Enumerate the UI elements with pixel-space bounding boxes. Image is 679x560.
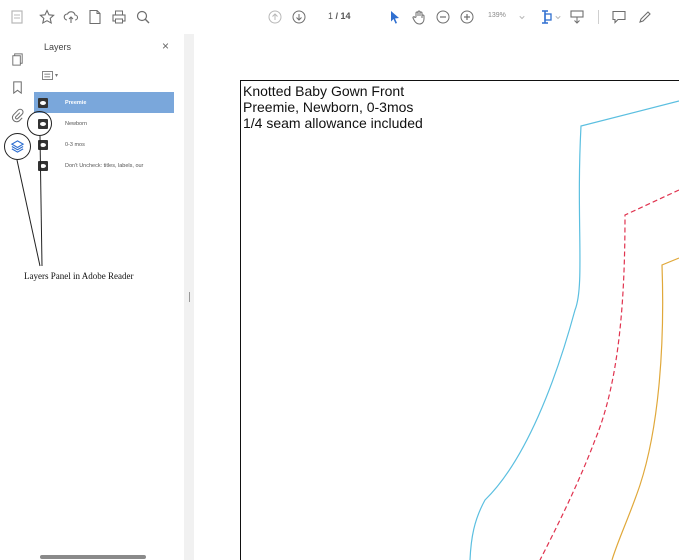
toolbar-separator	[598, 10, 599, 24]
pattern-drawing	[469, 100, 679, 560]
preemie-cutline	[469, 100, 679, 560]
options-menu-icon	[42, 70, 53, 80]
comment-icon[interactable]	[610, 8, 628, 26]
previous-page-icon[interactable]	[266, 8, 284, 26]
chevron-down-icon[interactable]	[516, 8, 528, 26]
document-icon[interactable]	[86, 8, 104, 26]
read-mode-icon[interactable]	[568, 8, 586, 26]
create-pdf-icon[interactable]	[8, 8, 26, 26]
layer-options-button[interactable]: ▾	[42, 68, 64, 82]
upload-cloud-icon[interactable]	[62, 8, 80, 26]
chevron-down-icon[interactable]	[552, 8, 564, 26]
pen-icon[interactable]	[636, 8, 654, 26]
hand-tool-icon[interactable]	[410, 8, 428, 26]
layer-label: Don't Uncheck: titles, labels, our	[65, 162, 144, 169]
layer-label: 0-3 mos	[65, 141, 85, 148]
next-page-icon[interactable]	[290, 8, 308, 26]
page-current[interactable]: 1	[328, 11, 333, 21]
panel-title: Layers	[44, 42, 72, 52]
layer-row-0-3mos[interactable]: 0-3 mos	[34, 134, 174, 155]
divider-grip[interactable]	[189, 292, 190, 302]
layer-row-newborn[interactable]: Newborn	[34, 113, 174, 134]
top-toolbar: 1 / 14 139%	[0, 0, 679, 34]
zoom-in-icon[interactable]	[458, 8, 476, 26]
chevron-down-icon: ▾	[55, 72, 59, 79]
left-icon-rail	[0, 34, 34, 560]
pages-icon[interactable]	[8, 50, 26, 68]
close-icon[interactable]: ×	[162, 39, 169, 53]
select-cursor-icon[interactable]	[386, 8, 404, 26]
annotation-caption: Layers Panel in Adobe Reader	[24, 271, 134, 281]
star-icon[interactable]	[38, 8, 56, 26]
layer-label: Preemie	[65, 99, 87, 106]
zoom-out-icon[interactable]	[434, 8, 452, 26]
layers-panel: Layers × ▾ Preemie Newborn 0-3 mos Don't…	[34, 34, 184, 560]
adobe-reader-window: 1 / 14 139% Layers × ▾ Preemie Newborn 0…	[0, 0, 679, 560]
annotation-circle-eye	[27, 111, 52, 136]
layer-row-dont-uncheck[interactable]: Don't Uncheck: titles, labels, our	[34, 155, 174, 176]
zoom-level-value: 139%	[488, 12, 506, 19]
layer-row-preemie[interactable]: Preemie	[34, 92, 174, 113]
layer-label: Newborn	[65, 120, 88, 127]
eye-icon[interactable]	[38, 97, 48, 108]
attachment-icon[interactable]	[8, 106, 26, 124]
zoom-level-select[interactable]: 139%	[488, 12, 506, 19]
bookmark-icon[interactable]	[8, 78, 26, 96]
eye-icon[interactable]	[38, 160, 48, 171]
print-icon[interactable]	[110, 8, 128, 26]
annotation-circle-layers-icon	[4, 133, 31, 160]
page-number-display[interactable]: 1 / 14	[328, 11, 351, 21]
page-total: / 14	[335, 11, 351, 21]
panel-scrollbar[interactable]	[40, 555, 146, 559]
newborn-cutline	[539, 189, 679, 560]
eye-icon[interactable]	[38, 139, 48, 150]
search-icon[interactable]	[134, 8, 152, 26]
